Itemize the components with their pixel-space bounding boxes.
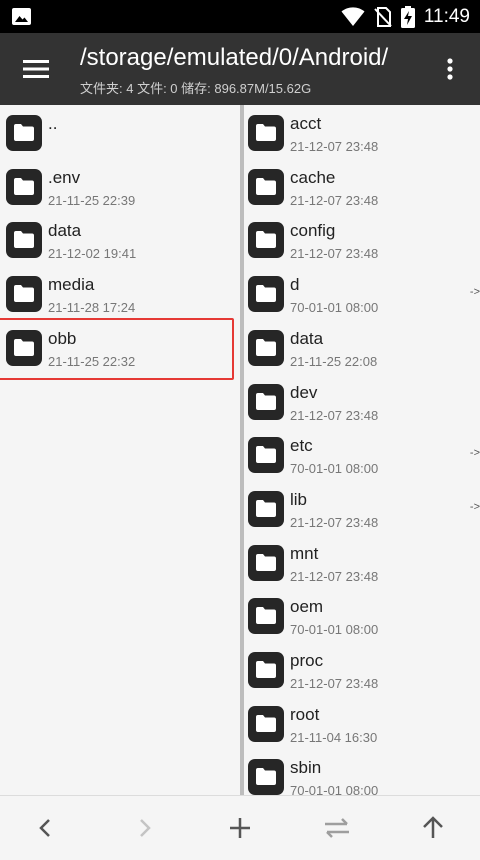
folder-row[interactable]: d 70-01-01 08:00 ->: [244, 266, 480, 320]
folder-date: 21-11-25 22:32: [48, 353, 136, 369]
folder-icon: [248, 222, 284, 259]
folder-name: acct: [290, 114, 322, 133]
folder-row[interactable]: .env 21-11-25 22:39: [0, 159, 240, 213]
folder-date: 21-11-25 22:39: [48, 192, 136, 208]
folder-row[interactable]: proc 21-12-07 23:48: [244, 642, 480, 696]
folder-icon: [248, 759, 284, 795]
folder-date: 21-11-25 22:08: [290, 353, 378, 369]
folder-name: media: [48, 275, 95, 295]
folder-date: 70-01-01 08:00: [290, 300, 379, 316]
folder-icon: [248, 490, 284, 527]
dual-pane-browser: .. .env 21-11-25 22:39 data 21-12-02 19:41 me…: [0, 105, 480, 795]
folder-icon: [248, 652, 284, 688]
folder-date: 21-11-28 17:24: [48, 300, 136, 316]
folder-row[interactable]: acct 21-12-07 23:48: [244, 105, 480, 159]
folder-icon: [248, 329, 284, 366]
folder-name: mnt: [290, 543, 319, 563]
folder-date: 70-01-01 08:00: [290, 461, 379, 477]
folder-date: 21-12-07 23:48: [290, 407, 379, 423]
folder-name: data: [48, 221, 82, 241]
add-icon[interactable]: [224, 812, 256, 844]
folder-row[interactable]: oem 70-01-01 08:00: [244, 588, 480, 642]
folder-row[interactable]: cache 21-12-07 23:48: [244, 159, 480, 213]
folder-name: dev: [290, 382, 318, 402]
status-bar: 11:49: [0, 0, 480, 33]
folder-icon: [248, 437, 284, 474]
folder-name: sbin: [290, 758, 322, 778]
folder-icon: [248, 598, 284, 635]
folder-row[interactable]: data 21-12-02 19:41: [0, 212, 240, 266]
folder-row[interactable]: lib 21-12-07 23:48 ->: [244, 481, 480, 535]
back-icon[interactable]: [30, 812, 62, 844]
folder-row[interactable]: root 21-11-04 16:30: [244, 696, 480, 750]
more-options-icon[interactable]: [438, 55, 462, 83]
folder-icon: [248, 383, 284, 420]
folder-icon: [6, 329, 42, 366]
folder-date: 21-11-04 16:30: [290, 729, 378, 745]
folder-name: d: [290, 275, 300, 295]
folder-name: obb: [48, 328, 77, 348]
bottom-bar: [0, 795, 480, 860]
folder-icon: [6, 276, 42, 313]
folder-row[interactable]: obb 21-11-25 22:32: [0, 317, 240, 380]
folder-date: 70-01-01 08:00: [290, 622, 379, 638]
folder-icon: [248, 276, 284, 313]
swap-icon[interactable]: [321, 812, 353, 844]
folder-row[interactable]: etc 70-01-01 08:00 ->: [244, 427, 480, 481]
image-notification-icon: [12, 8, 31, 25]
folder-date: 21-12-07 23:48: [290, 139, 379, 154]
folder-name: .env: [48, 167, 81, 187]
folder-icon: [6, 222, 42, 259]
folder-date: 21-12-07 23:48: [290, 192, 379, 208]
folder-date: 21-12-02 19:41: [48, 246, 137, 262]
folder-name: config: [290, 221, 336, 241]
left-pane[interactable]: .. .env 21-11-25 22:39 data 21-12-02 19:41 me…: [0, 105, 240, 795]
app-toolbar: /storage/emulated/0/Android/ 文件夹: 4 文件: …: [0, 33, 480, 105]
folder-icon: [6, 168, 42, 205]
folder-date: 21-12-07 23:48: [290, 514, 379, 530]
no-sim-icon: [374, 6, 392, 27]
folder-row[interactable]: mnt 21-12-07 23:48: [244, 535, 480, 589]
symlink-indicator: ->: [469, 286, 480, 299]
folder-date: 70-01-01 08:00: [290, 783, 379, 795]
folder-date: 21-12-07 23:48: [290, 676, 379, 691]
folder-name: oem: [290, 597, 324, 617]
folder-icon: [248, 705, 284, 742]
folder-row[interactable]: data 21-11-25 22:08: [244, 320, 480, 374]
folder-name: root: [290, 704, 320, 724]
folder-name: ..: [48, 114, 58, 133]
folder-icon: [248, 168, 284, 205]
folder-row[interactable]: sbin 70-01-01 08:00: [244, 749, 480, 795]
storage-info: 文件夹: 4 文件: 0 储存: 896.87M/15.62G: [80, 81, 312, 96]
folder-name: cache: [290, 167, 336, 187]
wifi-icon: [341, 6, 365, 26]
folder-name: lib: [290, 489, 308, 509]
battery-charging-icon: [400, 5, 415, 28]
folder-date: 21-12-07 23:48: [290, 568, 379, 584]
forward-icon[interactable]: [128, 812, 160, 844]
folder-date: 21-12-07 23:48: [290, 246, 379, 262]
menu-icon[interactable]: [18, 55, 54, 83]
folder-name: data: [290, 328, 324, 348]
clock: 11:49: [423, 5, 470, 27]
folder-icon: [248, 115, 284, 151]
up-icon[interactable]: [417, 812, 449, 844]
folder-name: etc: [290, 436, 313, 456]
symlink-indicator: ->: [469, 447, 480, 460]
folder-icon: [248, 544, 284, 581]
right-pane[interactable]: acct 21-12-07 23:48 cache 21-12-07 23:48 con…: [244, 105, 480, 795]
symlink-indicator: ->: [469, 500, 480, 513]
folder-row[interactable]: dev 21-12-07 23:48: [244, 374, 480, 428]
folder-row[interactable]: ..: [0, 105, 240, 159]
folder-icon: [6, 115, 42, 151]
folder-name: proc: [290, 651, 324, 670]
current-path: /storage/emulated/0/Android/: [80, 44, 389, 71]
folder-row[interactable]: config 21-12-07 23:48: [244, 212, 480, 266]
folder-row[interactable]: media 21-11-28 17:24: [0, 266, 240, 320]
